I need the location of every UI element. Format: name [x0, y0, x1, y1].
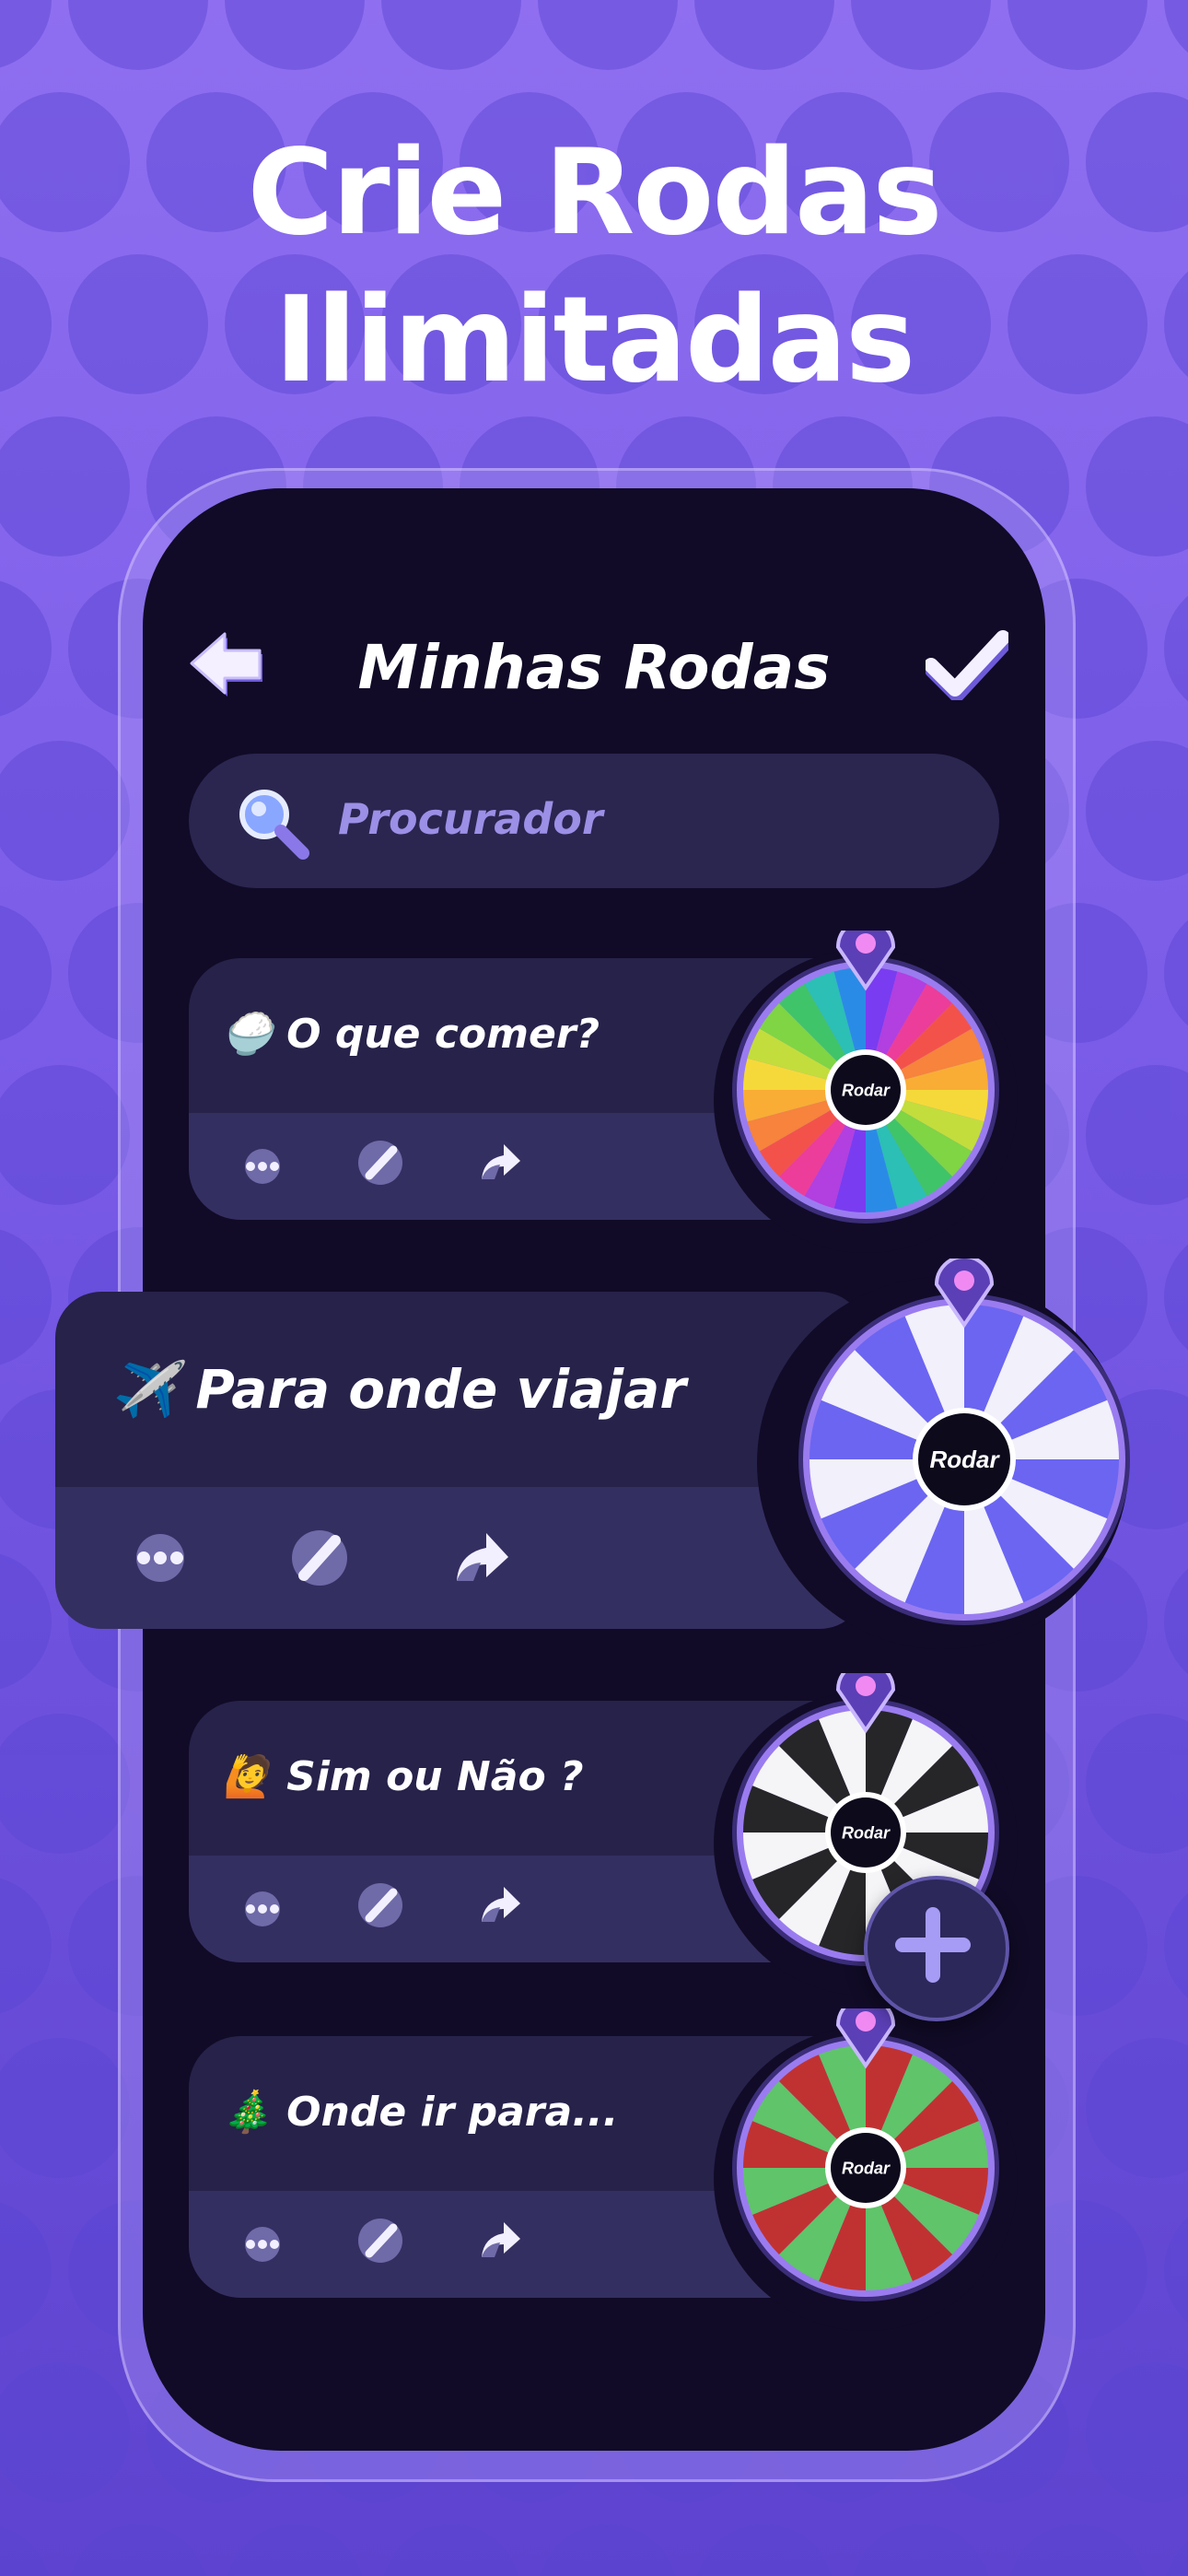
spin-label: Rodar: [842, 1081, 891, 1099]
card-title: Onde ir para...: [286, 2089, 619, 2136]
headline: Crie Rodas Ilimitadas: [0, 120, 1188, 415]
spin-label: Rodar: [929, 1446, 1000, 1473]
pencil-icon[interactable]: [356, 1881, 404, 1929]
pointer-dot: [856, 2011, 876, 2032]
pencil-icon[interactable]: [289, 1528, 350, 1588]
check-icon[interactable]: [926, 626, 1008, 700]
card-emoji: 🍚: [222, 1011, 273, 1058]
card-title: Sim ou Não ?: [286, 1753, 584, 1800]
more-dots-icon[interactable]: [235, 1891, 290, 1927]
spin-label: Rodar: [842, 2159, 891, 2177]
wheel-para-onde-viajar[interactable]: Rodar: [794, 1259, 1135, 1627]
pencil-icon[interactable]: [356, 2217, 404, 2265]
card-emoji: 🙋: [222, 1753, 273, 1800]
card-title: Para onde viajar: [195, 1358, 686, 1421]
share-icon[interactable]: [476, 2217, 524, 2265]
pointer-dot: [856, 933, 876, 954]
page-title: Minhas Rodas: [357, 632, 831, 703]
add-wheel-button[interactable]: [864, 1876, 1009, 2021]
headline-line2: Ilimitadas: [274, 272, 915, 409]
plus-icon: [895, 1907, 971, 1983]
more-dots-icon[interactable]: [125, 1533, 195, 1583]
card-title: O que comer?: [286, 1011, 600, 1058]
wheel-onde-ir-para[interactable]: Rodar: [732, 2008, 999, 2303]
search-input[interactable]: Procurador: [189, 754, 999, 888]
share-icon[interactable]: [476, 1139, 524, 1187]
pointer-dot: [856, 1676, 876, 1696]
more-dots-icon[interactable]: [235, 2226, 290, 2263]
card-emoji: 🎄: [222, 2089, 273, 2136]
spin-label: Rodar: [842, 1823, 891, 1842]
wheel-o-que-comer[interactable]: Rodar: [732, 931, 999, 1225]
share-icon[interactable]: [449, 1528, 512, 1588]
card-emoji: ✈️: [111, 1358, 178, 1421]
pointer-dot: [954, 1270, 974, 1291]
wheel-card-2[interactable]: ✈️ Para onde viajar: [55, 1292, 866, 1629]
more-dots-icon[interactable]: [235, 1148, 290, 1185]
search-icon: [239, 790, 309, 860]
search-placeholder: Procurador: [338, 794, 603, 844]
pencil-icon[interactable]: [356, 1139, 404, 1187]
share-icon[interactable]: [476, 1881, 524, 1929]
headline-line1: Crie Rodas: [247, 124, 943, 262]
